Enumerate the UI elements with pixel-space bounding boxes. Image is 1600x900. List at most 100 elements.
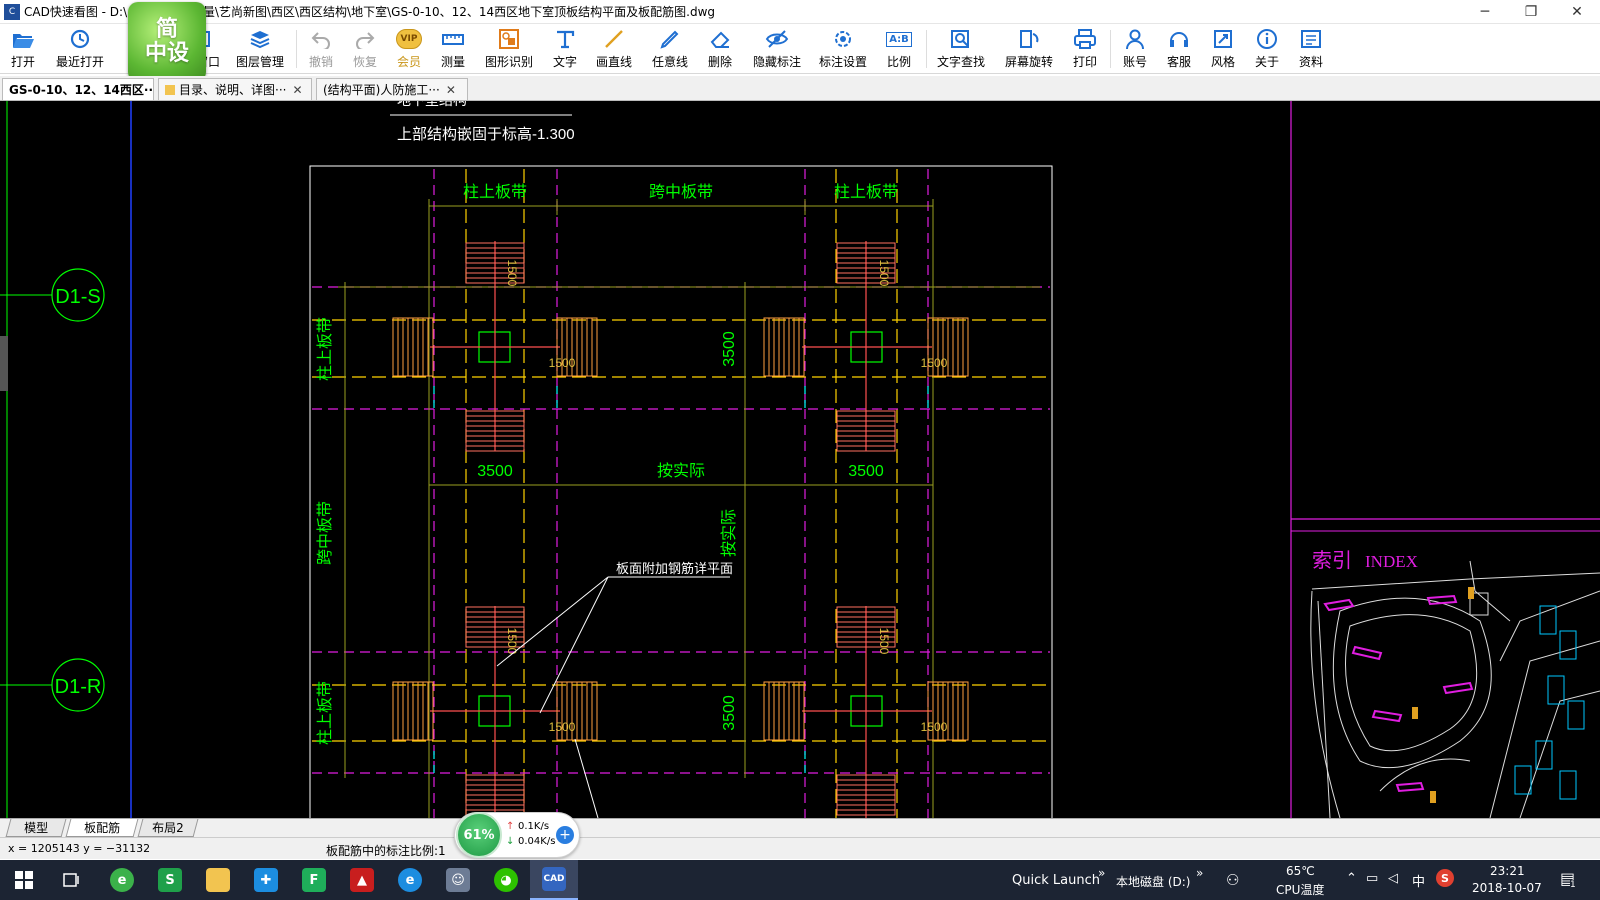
app-icon: C (4, 3, 20, 20)
layer-manager-button[interactable]: 图层管理 (232, 26, 288, 72)
cad-drawing[interactable]: D1-S D1-R 地下室结构 上部结构嵌固于标高-1.300 (0, 101, 1600, 818)
rotate-screen-button[interactable]: 屏幕旋转 (1000, 26, 1058, 72)
autocad-icon: ▲ (350, 868, 374, 892)
close-tab-icon[interactable]: ✕ (446, 83, 456, 97)
beam-edge-lines-h (312, 319, 1050, 742)
rebar-length: 1500 (877, 628, 891, 655)
close-button[interactable]: ✕ (1554, 0, 1600, 24)
network-status-icon[interactable]: ▭ (1366, 871, 1378, 886)
taskbar-app-blue[interactable]: ✚ (242, 860, 290, 900)
style-icon (1212, 26, 1234, 52)
network-speed-widget[interactable]: 61% ↑ 0.1K/s ↓ 0.04K/s + (454, 812, 580, 860)
line-icon (603, 26, 625, 52)
text-search-icon (949, 26, 973, 52)
undo-button[interactable]: 撤销 (302, 26, 340, 72)
task-view-button[interactable] (48, 860, 96, 900)
measure-button[interactable]: 测量 (434, 26, 472, 72)
taskbar-browser-360[interactable]: e (98, 860, 146, 900)
middle-strip-label: 跨中板带 (316, 501, 334, 565)
print-button[interactable]: 打印 (1066, 26, 1104, 72)
maximize-button[interactable]: ❐ (1508, 0, 1554, 24)
layout-tab-bar: 模型 板配筋 布局2 (0, 818, 1600, 837)
layers-icon (248, 26, 272, 52)
annotation-settings-button[interactable]: 标注设置 (814, 26, 872, 72)
taskbar-cad-viewer[interactable]: CAD (530, 860, 578, 900)
layout-tab-layout2[interactable]: 布局2 (137, 819, 199, 837)
shape-recognize-button[interactable]: 图形识别 (480, 26, 538, 72)
rebar-hatch-left (763, 317, 805, 377)
actual-label: 按实际 (657, 462, 705, 480)
browser-360-icon: e (110, 868, 134, 892)
redo-icon (354, 26, 376, 52)
upload-arrow-icon: ↑ (506, 821, 515, 832)
start-button[interactable] (0, 860, 48, 900)
drawing-note: 上部结构嵌固于标高-1.300 (397, 126, 575, 143)
dim-label: 3500 (721, 695, 738, 731)
title-bar: C CAD快速看图 - D:\ 施工图、工程量\艺尚新图\西区\西区结构\地下室… (0, 0, 1600, 24)
about-button[interactable]: 关于 (1248, 26, 1286, 72)
sheets-icon: S (158, 868, 182, 892)
docs-button[interactable]: 资料 (1292, 26, 1330, 72)
taskbar-app-green[interactable]: F (290, 860, 338, 900)
tab-gs-0-10[interactable]: GS-0-10、12、14西区···✕ (2, 78, 154, 100)
delete-button[interactable]: 删除 (700, 26, 740, 72)
taskbar-sheets[interactable]: S (146, 860, 194, 900)
layout-tab-slab-reinforcement[interactable]: 板配筋 (65, 819, 139, 837)
wechat-icon: ◕ (494, 868, 518, 892)
actual-label: 按实际 (720, 509, 738, 557)
redo-button[interactable]: 恢复 (346, 26, 384, 72)
main-toolbar: 打开 最近打开 窗口 图层管理 撤销 恢复 VIP 会员 测量 图形识别 文字 … (0, 24, 1600, 74)
taskbar-photo-app[interactable]: ☺ (434, 860, 482, 900)
file-icon (165, 84, 175, 95)
freehand-line-button[interactable]: 任意线 (648, 26, 692, 72)
download-speed: 0.04K/s (518, 836, 556, 847)
text-search-button[interactable]: 文字查找 (932, 26, 990, 72)
taskbar-ie[interactable]: e (386, 860, 434, 900)
tab-catalog-notes[interactable]: 目录、说明、详图··· ✕ (158, 78, 312, 100)
taskbar-file-explorer[interactable] (194, 860, 242, 900)
document-tab-bar: GS-0-10、12、14西区···✕ 目录、说明、详图···✕ (结构平面)人… (0, 76, 1600, 101)
people-icon[interactable]: ⚇ (1226, 871, 1239, 889)
tab-civil-defense[interactable]: (结构平面)人防施工··· ✕ (316, 78, 468, 100)
rotate-screen-icon (1017, 26, 1041, 52)
hide-annotation-button[interactable]: 隐藏标注 (748, 26, 806, 72)
rebar-hatch-groups (392, 242, 969, 816)
minimize-button[interactable]: ─ (1462, 0, 1508, 24)
clock-time[interactable]: 23:21 (1490, 864, 1525, 878)
open-button[interactable]: 打开 (4, 26, 42, 72)
account-button[interactable]: 账号 (1116, 26, 1154, 72)
notification-count: 1 (1570, 880, 1576, 890)
vip-button[interactable]: VIP 会员 (390, 26, 428, 72)
account-icon (1124, 26, 1146, 52)
quick-launch-expand[interactable]: » (1098, 866, 1105, 880)
clock-date[interactable]: 2018-10-07 (1472, 881, 1542, 895)
draw-line-button[interactable]: 画直线 (592, 26, 636, 72)
disk-expand[interactable]: » (1196, 866, 1203, 880)
status-bar: x = 1205143 y = −31132 板配筋中的标注比例:1 (0, 837, 1600, 859)
text-button[interactable]: 文字 (546, 26, 584, 72)
rebar-hatch-left (763, 681, 805, 741)
customer-service-button[interactable]: 客服 (1160, 26, 1198, 72)
layout-tab-model[interactable]: 模型 (5, 819, 67, 837)
sogou-ime-icon[interactable]: S (1436, 869, 1454, 887)
ime-indicator[interactable]: 中 (1412, 871, 1425, 890)
style-button[interactable]: 风格 (1204, 26, 1242, 72)
close-tab-icon[interactable]: ✕ (292, 83, 302, 97)
recent-open-button[interactable]: 最近打开 (52, 26, 108, 72)
taskbar-wechat[interactable]: ◕ (482, 860, 530, 900)
upload-speed: 0.1K/s (518, 821, 550, 832)
boost-plus-icon[interactable]: + (556, 826, 574, 844)
folder-open-icon (11, 26, 35, 52)
volume-muted-icon[interactable]: ◁ (1388, 871, 1398, 886)
recent-icon (69, 26, 91, 52)
taskbar-autocad[interactable]: ▲ (338, 860, 386, 900)
cpu-temperature: 65℃ (1286, 864, 1315, 878)
floating-logo[interactable]: 简 中设 (128, 2, 206, 82)
local-disk-label[interactable]: 本地磁盘 (D:) (1116, 873, 1190, 890)
tray-expand-icon[interactable]: ⌃ (1346, 871, 1357, 886)
beam-edge-lines (465, 169, 898, 818)
headset-icon (1168, 26, 1190, 52)
scale-button[interactable]: A:B 比例 (880, 26, 918, 72)
cad-drawing-canvas[interactable]: D1-S D1-R 地下室结构 上部结构嵌固于标高-1.300 (0, 101, 1600, 818)
quick-launch-label[interactable]: Quick Launch (1012, 873, 1100, 888)
